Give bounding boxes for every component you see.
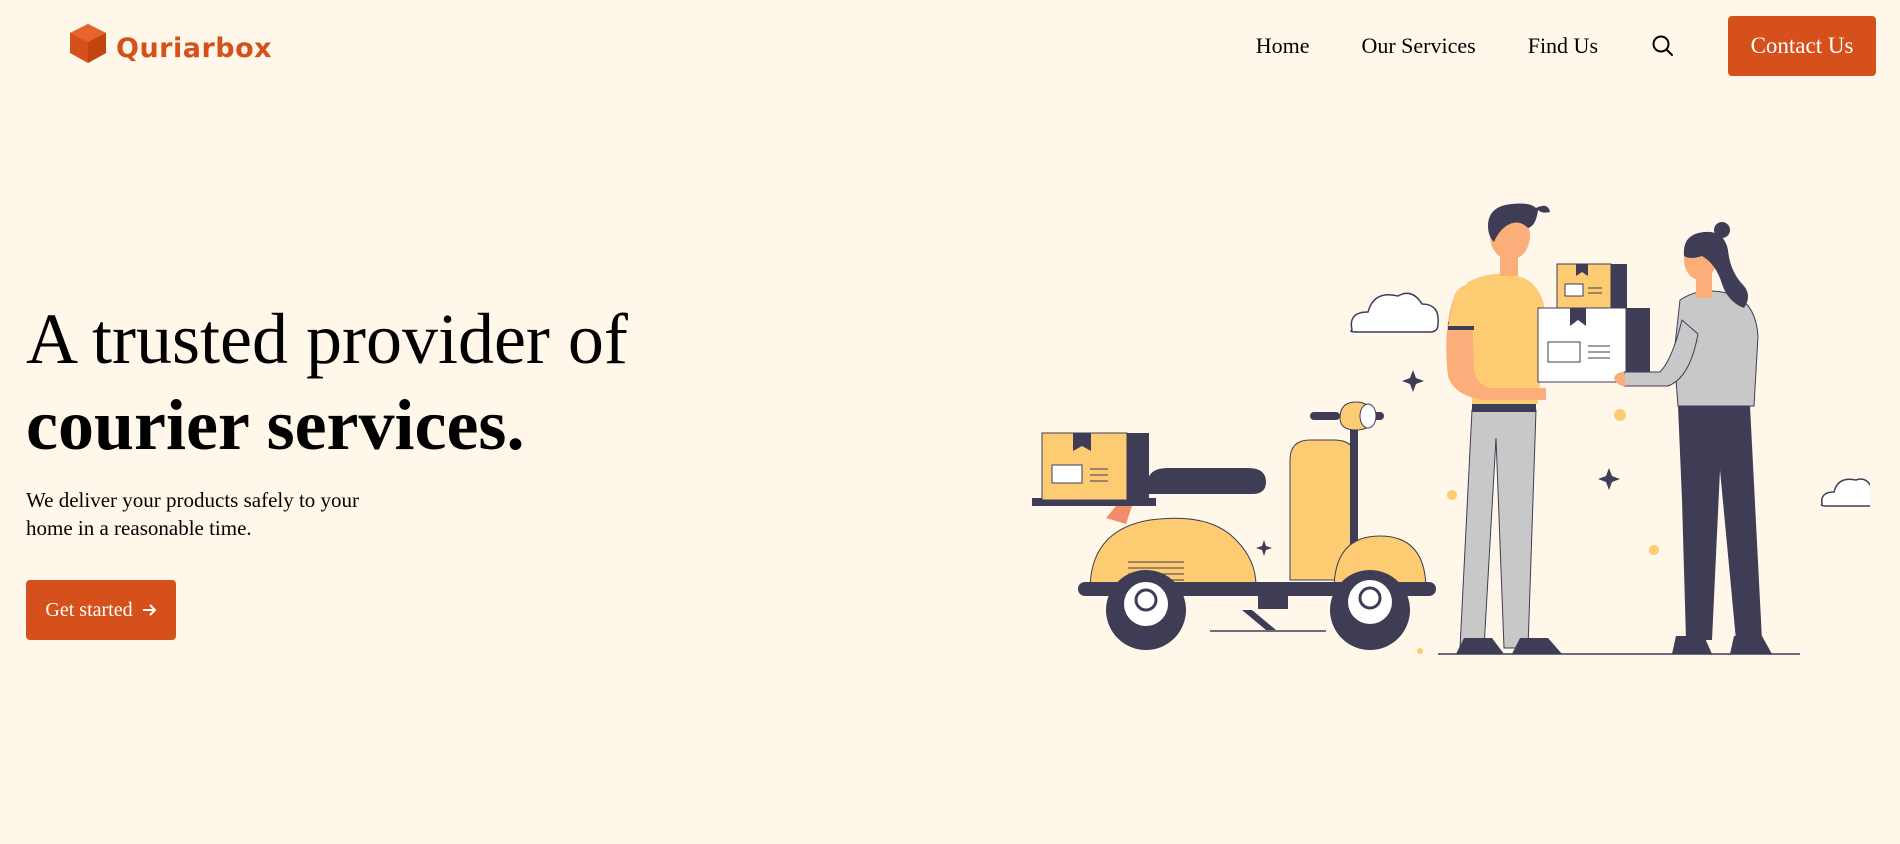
brand-logo[interactable]: Quriarbox <box>66 22 272 66</box>
parcel-boxes-illustration <box>1537 263 1650 383</box>
brand-name: Quriarbox <box>116 32 273 64</box>
sparkle-icon <box>1402 370 1424 392</box>
scooter-illustration <box>1032 401 1436 650</box>
get-started-button[interactable]: Get started <box>26 580 176 640</box>
dot-decoration <box>1649 545 1659 555</box>
cube-logo-icon <box>70 24 106 63</box>
search-icon <box>1652 35 1673 56</box>
hero-section: A trusted provider of courier services. … <box>26 296 628 640</box>
dot-decoration <box>1614 409 1626 421</box>
hero-subtitle: We deliver your products safely to your … <box>26 488 360 540</box>
arrow-right-icon <box>142 604 157 616</box>
dot-decoration <box>1417 648 1423 654</box>
nav-home[interactable]: Home <box>1256 33 1310 59</box>
courier-man-illustration <box>1446 203 1562 654</box>
customer-woman-illustration <box>1614 222 1772 654</box>
sparkle-icon <box>1256 540 1272 556</box>
contact-us-button[interactable]: Contact Us <box>1728 16 1876 76</box>
delivery-illustration <box>1032 203 1870 655</box>
hero-title-line1: A trusted provider of <box>26 299 628 379</box>
cloud-icon <box>1350 292 1439 333</box>
main-nav: Home Our Services Find Us Contact Us <box>1256 16 1876 76</box>
cloud-icon <box>1820 478 1870 507</box>
nav-our-services[interactable]: Our Services <box>1361 33 1475 59</box>
sparkle-icon <box>1598 468 1620 490</box>
hero-title-line2: courier services. <box>26 385 525 465</box>
get-started-label: Get started <box>45 598 133 621</box>
page: Quriarbox Home Our Services Find Us Cont… <box>0 0 1900 844</box>
search-button[interactable] <box>1650 33 1676 59</box>
nav-find-us[interactable]: Find Us <box>1528 33 1598 59</box>
dot-decoration <box>1447 490 1457 500</box>
